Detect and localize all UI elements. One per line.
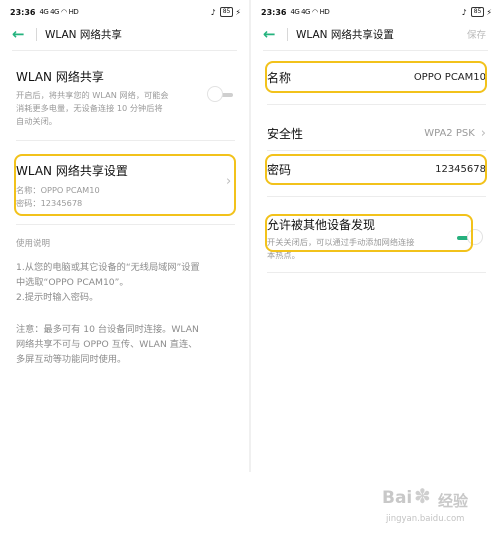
signal-icon: 4G 4G <box>39 8 59 16</box>
watermark-url: jingyan.baidu.com <box>386 514 465 524</box>
hotspot-toggle[interactable] <box>207 86 233 102</box>
security-label: 安全性 <box>267 126 304 141</box>
highlight-box <box>265 61 487 93</box>
back-arrow-icon[interactable]: ← <box>12 24 34 44</box>
wifi-icon: ◠ <box>311 8 318 16</box>
app-header: ← WLAN 网络共享设置 保存 <box>251 24 500 44</box>
header-divider <box>263 50 488 51</box>
highlight-box <box>14 154 236 216</box>
right-screen: 23:36 4G 4G ◠ HD ♪ 85 ⚡ ← WLAN 网络共享设置 保存… <box>251 0 500 472</box>
battery-icon: 85 <box>219 7 234 17</box>
page-title: WLAN 网络共享 <box>45 28 122 41</box>
help-note: 注意：最多可有 10 台设备同时连接。WLAN 网络共享不可与 OPPO 互传、… <box>16 324 199 365</box>
baidu-watermark: Bai ✽ 经验 jingyan.baidu.com <box>382 478 494 534</box>
back-arrow-icon[interactable]: ← <box>263 24 285 44</box>
paw-icon: ✽ <box>414 484 431 508</box>
hotspot-row[interactable]: WLAN 网络共享 开启后，将共享您的 WLAN 网络，可能会 消耗更多电量，无… <box>16 68 235 128</box>
mute-icon: ♪ <box>461 7 467 17</box>
hotspot-description: 开启后，将共享您的 WLAN 网络，可能会 消耗更多电量，无设备连接 10 分钟… <box>16 90 169 126</box>
header-divider <box>12 50 237 51</box>
charging-icon: ⚡ <box>486 7 492 17</box>
screenshot-canvas: 23:36 4G 4G ◠ HD ♪ 85 ⚡ ← WLAN 网络共享 WLAN… <box>0 0 500 542</box>
wifi-icon: ◠ <box>60 8 67 16</box>
battery-icon: 85 <box>470 7 485 17</box>
watermark-brand: Bai <box>382 488 413 508</box>
status-time: 23:36 <box>10 7 36 17</box>
security-row[interactable]: 安全性 WPA2 PSK › <box>267 124 486 142</box>
network-type: HD <box>68 8 79 16</box>
page-title: WLAN 网络共享设置 <box>296 28 394 41</box>
watermark-brand-2: 经验 <box>438 492 469 510</box>
charging-icon: ⚡ <box>235 7 241 17</box>
chevron-right-icon: › <box>480 125 486 141</box>
help-heading: 使用说明 <box>16 239 51 249</box>
signal-icon: 4G 4G <box>290 8 310 16</box>
left-screen: 23:36 4G 4G ◠ HD ♪ 85 ⚡ ← WLAN 网络共享 WLAN… <box>0 0 249 472</box>
help-steps: 1.从您的电脑或其它设备的“无线局域网”设置 中选取“OPPO PCAM10”。… <box>16 262 200 303</box>
save-button[interactable]: 保存 <box>467 27 486 41</box>
status-bar: 23:36 4G 4G ◠ HD ♪ 85 ⚡ <box>10 6 241 18</box>
status-time: 23:36 <box>261 7 287 17</box>
mute-icon: ♪ <box>210 7 216 17</box>
highlight-box <box>265 214 473 252</box>
hotspot-label: WLAN 网络共享 <box>16 70 104 84</box>
status-bar: 23:36 4G 4G ◠ HD ♪ 85 ⚡ <box>261 6 492 18</box>
highlight-box <box>265 154 487 185</box>
app-header: ← WLAN 网络共享 <box>0 24 249 44</box>
network-type: HD <box>319 8 330 16</box>
security-value: WPA2 PSK <box>424 127 475 139</box>
